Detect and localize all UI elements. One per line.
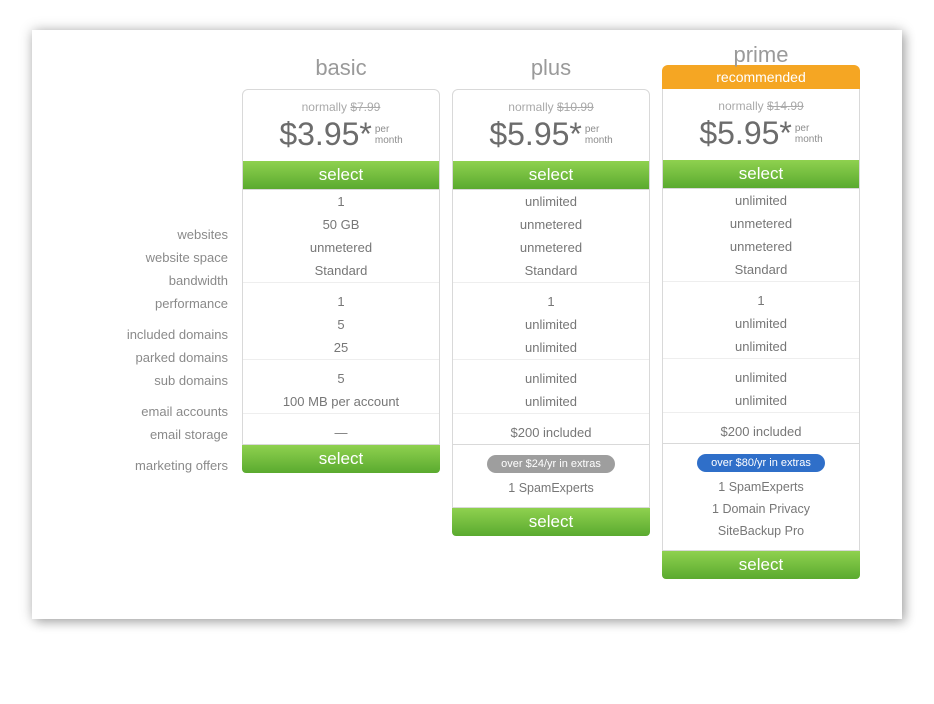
price-plus: $5.95*	[489, 116, 582, 153]
extra-prime-sitebackup: SiteBackup Pro	[663, 520, 859, 542]
label-email-storage: email storage	[62, 423, 242, 446]
label-bandwidth: bandwidth	[62, 269, 242, 292]
label-website-space: website space	[62, 246, 242, 269]
feat-basic-parked-domains: 5	[243, 313, 439, 336]
feat-plus-included-domains: 1	[453, 290, 649, 313]
feature-labels-column: websites website space bandwidth perform…	[62, 55, 242, 477]
feat-basic-marketing-offers: —	[243, 421, 439, 444]
feat-prime-websites: unlimited	[663, 189, 859, 212]
label-websites: websites	[62, 223, 242, 246]
select-button-plus-bottom[interactable]: select	[452, 508, 650, 536]
feat-basic-websites: 1	[243, 190, 439, 213]
extras-plus: over $24/yr in extras 1 SpamExperts	[452, 445, 650, 508]
features-prime: unlimited unmetered unmetered Standard 1…	[662, 189, 860, 444]
feat-basic-performance: Standard	[243, 259, 439, 282]
feat-plus-websites: unlimited	[453, 190, 649, 213]
select-button-basic-bottom[interactable]: select	[242, 445, 440, 473]
label-sub-domains: sub domains	[62, 369, 242, 392]
feat-prime-performance: Standard	[663, 258, 859, 281]
feat-prime-included-domains: 1	[663, 289, 859, 312]
feat-prime-parked-domains: unlimited	[663, 312, 859, 335]
features-basic: 1 50 GB unmetered Standard 1 5 25 5 100 …	[242, 190, 440, 445]
pricing-table: websites website space bandwidth perform…	[32, 30, 902, 619]
label-included-domains: included domains	[62, 323, 242, 346]
per-label: per	[585, 124, 599, 135]
extra-prime-domain-privacy: 1 Domain Privacy	[663, 498, 859, 520]
plan-basic: basic normally $7.99 $3.95* per month	[242, 55, 440, 473]
feat-basic-email-accounts: 5	[243, 367, 439, 390]
select-button-prime-bottom[interactable]: select	[662, 551, 860, 579]
normally-label: normally	[718, 99, 763, 113]
select-button-plus-top[interactable]: select	[453, 161, 649, 189]
feat-plus-sub-domains: unlimited	[453, 336, 649, 359]
per-label: per	[795, 123, 809, 134]
feat-basic-website-space: 50 GB	[243, 213, 439, 236]
extra-plus-spamexperts: 1 SpamExperts	[453, 477, 649, 499]
extras-prime: over $80/yr in extras 1 SpamExperts 1 Do…	[662, 444, 860, 551]
feat-prime-bandwidth: unmetered	[663, 235, 859, 258]
price-basic: $3.95*	[279, 116, 372, 153]
extras-pill-plus: over $24/yr in extras	[487, 455, 615, 473]
old-price-plus: $10.99	[557, 100, 594, 114]
feat-plus-email-accounts: unlimited	[453, 367, 649, 390]
month-label: month	[585, 135, 613, 146]
feat-prime-website-space: unmetered	[663, 212, 859, 235]
plan-title-prime: prime	[662, 55, 860, 65]
feat-basic-bandwidth: unmetered	[243, 236, 439, 259]
feat-prime-sub-domains: unlimited	[663, 335, 859, 358]
plan-plus: plus normally $10.99 $5.95* per month	[452, 55, 650, 536]
label-parked-domains: parked domains	[62, 346, 242, 369]
feat-prime-email-accounts: unlimited	[663, 366, 859, 389]
old-price-basic: $7.99	[350, 100, 380, 114]
normally-label: normally	[302, 100, 347, 114]
label-email-accounts: email accounts	[62, 400, 242, 423]
extra-prime-spamexperts: 1 SpamExperts	[663, 476, 859, 498]
price-box-plus: normally $10.99 $5.95* per month	[453, 90, 649, 161]
feat-plus-marketing-offers: $200 included	[453, 421, 649, 444]
feat-plus-website-space: unmetered	[453, 213, 649, 236]
select-button-basic-top[interactable]: select	[243, 161, 439, 189]
features-plus: unlimited unmetered unmetered Standard 1…	[452, 190, 650, 445]
price-box-prime: normally $14.99 $5.95* per month	[663, 89, 859, 160]
feat-basic-included-domains: 1	[243, 290, 439, 313]
label-marketing-offers: marketing offers	[62, 454, 242, 477]
normally-label: normally	[508, 100, 553, 114]
plan-title-basic: basic	[242, 55, 440, 89]
plan-prime: prime recommended normally $14.99 $5.95*…	[662, 55, 860, 579]
feat-plus-performance: Standard	[453, 259, 649, 282]
month-label: month	[795, 134, 823, 145]
feat-plus-bandwidth: unmetered	[453, 236, 649, 259]
feat-basic-sub-domains: 25	[243, 336, 439, 359]
feat-plus-parked-domains: unlimited	[453, 313, 649, 336]
select-button-prime-top[interactable]: select	[663, 160, 859, 188]
feat-prime-email-storage: unlimited	[663, 389, 859, 412]
plan-title-plus: plus	[452, 55, 650, 89]
feat-plus-email-storage: unlimited	[453, 390, 649, 413]
feat-prime-marketing-offers: $200 included	[663, 420, 859, 443]
recommended-badge: recommended	[662, 65, 860, 89]
feat-basic-email-storage: 100 MB per account	[243, 390, 439, 413]
price-prime: $5.95*	[699, 115, 792, 152]
label-performance: performance	[62, 292, 242, 315]
per-label: per	[375, 124, 389, 135]
old-price-prime: $14.99	[767, 99, 804, 113]
month-label: month	[375, 135, 403, 146]
extras-pill-prime: over $80/yr in extras	[697, 454, 825, 472]
price-box-basic: normally $7.99 $3.95* per month	[243, 90, 439, 161]
